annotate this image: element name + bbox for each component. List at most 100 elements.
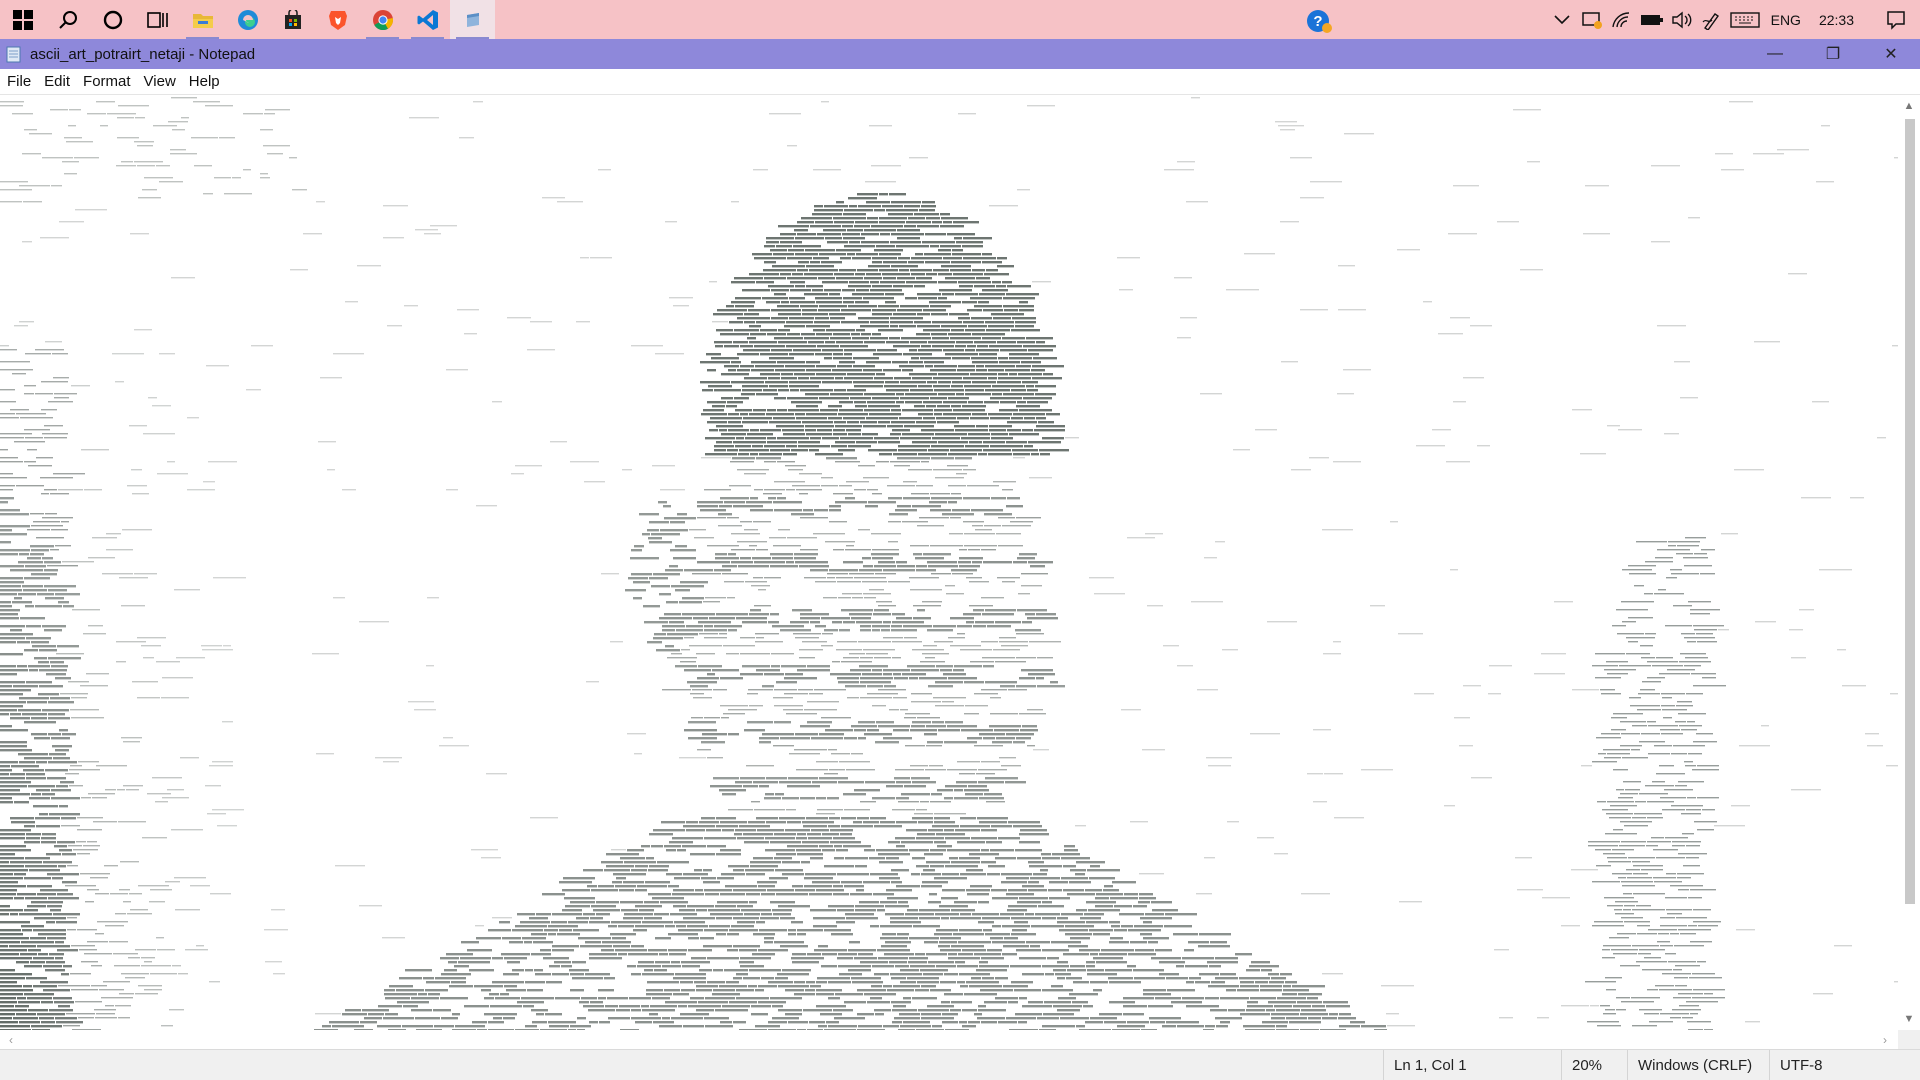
ascii-text-run: [1042, 917, 1056, 920]
ascii-text-run: [797, 833, 806, 836]
horizontal-scrollbar[interactable]: ‹ ›: [0, 1030, 1898, 1049]
notepad-button[interactable]: [450, 0, 495, 39]
maximize-button[interactable]: ❐: [1804, 39, 1862, 69]
scroll-left-arrow-icon[interactable]: ‹: [2, 1030, 20, 1049]
ascii-text-run: [357, 265, 381, 267]
ascii-text-run: [704, 489, 731, 491]
ascii-text-run: [1246, 1009, 1265, 1012]
ascii-text-run: [1014, 989, 1041, 992]
cortana-button[interactable]: [90, 0, 135, 39]
ascii-text-run: [785, 1013, 802, 1016]
ascii-text-run: [822, 281, 848, 284]
ascii-text-run: [13, 685, 38, 688]
ascii-text-run: [720, 1021, 732, 1024]
ascii-text-run: [1497, 221, 1519, 223]
ascii-text-run: [696, 989, 712, 992]
ascii-text-run: [902, 673, 926, 676]
menu-file[interactable]: File: [0, 73, 37, 90]
start-button[interactable]: [0, 0, 45, 39]
ascii-text-run: [945, 585, 955, 587]
ascii-text-run: [116, 641, 146, 643]
ascii-text-run: [883, 637, 903, 639]
menu-help[interactable]: Help: [182, 73, 226, 90]
ascii-text-run: [1133, 905, 1147, 908]
menu-view[interactable]: View: [137, 73, 182, 90]
ascii-text-run: [44, 569, 58, 572]
ascii-text-run: [207, 813, 226, 815]
ascii-text-run: [1679, 661, 1711, 663]
ascii-text-run: [1632, 817, 1646, 819]
ascii-text-run: [1030, 945, 1040, 948]
menu-edit[interactable]: Edit: [37, 73, 76, 90]
ascii-text-run: [838, 965, 871, 968]
ascii-text-run: [577, 1017, 586, 1020]
ascii-text-run: [767, 889, 794, 892]
minimize-button[interactable]: —: [1746, 39, 1804, 69]
ascii-text-run: [931, 573, 951, 575]
network-wifi-icon[interactable]: [1607, 0, 1637, 39]
ascii-text-run: [1671, 573, 1699, 575]
ascii-text-run: [986, 329, 1010, 332]
ascii-text-run: [14, 873, 26, 876]
ascii-text-run: [954, 789, 963, 792]
scroll-down-arrow-icon[interactable]: ▼: [1898, 1010, 1920, 1028]
clock[interactable]: 22:33: [1809, 12, 1872, 28]
ascii-text-run: [1595, 653, 1625, 655]
ascii-text-run: [1680, 653, 1706, 655]
ascii-text-run: [944, 797, 953, 800]
ascii-text-run: [1090, 865, 1100, 868]
menu-format[interactable]: Format: [76, 73, 137, 90]
ascii-text-run: [209, 765, 233, 767]
ascii-text-run: [770, 613, 779, 616]
ascii-text-run: [876, 373, 885, 376]
scroll-up-arrow-icon[interactable]: ▲: [1898, 97, 1920, 115]
text-editor-area[interactable]: [0, 95, 1898, 1030]
ascii-text-run: [0, 669, 28, 672]
chrome-button[interactable]: [360, 0, 405, 39]
ascii-text-run: [804, 293, 828, 296]
ascii-text-run: [918, 413, 933, 416]
ascii-text-run: [859, 569, 882, 572]
action-center-icon[interactable]: [1872, 0, 1920, 39]
scroll-right-arrow-icon[interactable]: ›: [1876, 1030, 1894, 1049]
edge-button[interactable]: [225, 0, 270, 39]
vertical-scrollbar[interactable]: ▲ ▼: [1898, 95, 1920, 1030]
ascii-text-run: [1799, 609, 1814, 611]
ascii-text-run: [134, 161, 163, 163]
ascii-text-run: [897, 309, 922, 312]
input-language[interactable]: ENG: [1763, 12, 1809, 28]
help-tips-icon[interactable]: ?: [1305, 8, 1335, 34]
store-button[interactable]: [270, 0, 315, 39]
ascii-text-run: [54, 845, 67, 848]
ascii-text-run: [721, 397, 733, 400]
pen-workspace-icon[interactable]: [1697, 0, 1727, 39]
ascii-text-run: [918, 297, 937, 300]
vertical-scroll-thumb[interactable]: [1905, 119, 1915, 904]
ascii-text-run: [912, 505, 941, 508]
ascii-text-run: [1681, 633, 1695, 635]
ascii-text-run: [121, 605, 145, 607]
show-hidden-icons-chevron-icon[interactable]: [1547, 0, 1577, 39]
ascii-text-run: [852, 257, 871, 260]
volume-icon[interactable]: [1667, 0, 1697, 39]
ascii-text-run: [525, 1025, 537, 1028]
ascii-text-run: [10, 713, 21, 716]
file-explorer-button[interactable]: [180, 0, 225, 39]
ascii-text-run: [830, 337, 851, 340]
ascii-text-run: [940, 937, 961, 940]
brave-button[interactable]: [315, 0, 360, 39]
task-view-button[interactable]: [135, 0, 180, 39]
ascii-text-run: [0, 873, 13, 876]
touch-keyboard-icon[interactable]: [1727, 0, 1763, 39]
vscode-button[interactable]: [405, 0, 450, 39]
ascii-text-run: [666, 873, 682, 876]
ascii-text-run: [799, 473, 822, 475]
ascii-text-run: [260, 129, 273, 131]
ascii-text-run: [129, 893, 142, 895]
close-button[interactable]: ✕: [1862, 39, 1920, 69]
security-warning-icon[interactable]: [1577, 0, 1607, 39]
ascii-text-run: [926, 861, 950, 864]
ascii-text-run: [963, 613, 981, 616]
search-button[interactable]: [45, 0, 90, 39]
battery-icon[interactable]: [1637, 0, 1667, 39]
